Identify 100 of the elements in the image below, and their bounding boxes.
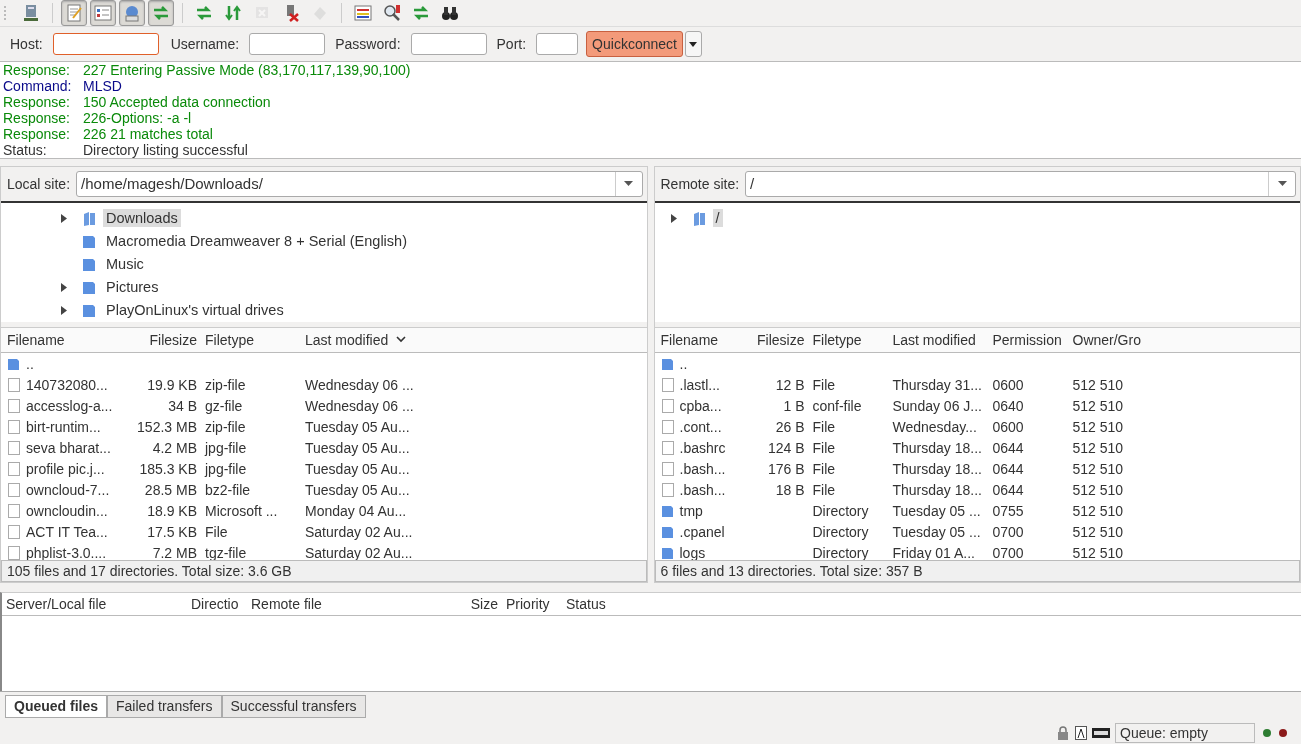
column-header[interactable]: Directio bbox=[187, 595, 247, 612]
log-label: Response: bbox=[3, 125, 71, 142]
host-field[interactable] bbox=[52, 33, 159, 56]
table-cell: 12 B bbox=[775, 377, 805, 394]
list-panel-icon bbox=[93, 3, 113, 24]
expand-icon[interactable] bbox=[61, 305, 67, 315]
column-header[interactable]: Filetype bbox=[808, 331, 889, 348]
table-cell: 140732080... bbox=[26, 377, 108, 394]
table-cell: File bbox=[812, 461, 836, 478]
quickconnect-button[interactable]: Quickconnect bbox=[586, 31, 683, 58]
tree-item[interactable]: PlayOnLinux's virtual drives bbox=[103, 301, 287, 320]
table-cell: 18.9 KB bbox=[147, 503, 197, 520]
column-header[interactable]: Filename bbox=[3, 331, 121, 348]
table-cell: Wednesday 06 ... bbox=[305, 398, 414, 415]
column-header[interactable]: Last modified bbox=[301, 331, 419, 348]
column-header[interactable]: Status bbox=[562, 595, 642, 612]
file-icon bbox=[7, 503, 21, 520]
folder-icon bbox=[660, 504, 675, 519]
table-cell: accesslog-a... bbox=[26, 398, 113, 415]
folder-icon bbox=[81, 256, 97, 273]
queue-tab[interactable]: Successful transfers bbox=[221, 694, 366, 718]
table-cell: 19.9 KB bbox=[147, 377, 197, 394]
table-cell: Directory bbox=[812, 503, 869, 520]
column-header[interactable]: Filesize bbox=[121, 331, 201, 348]
caret-icon bbox=[689, 41, 698, 47]
column-header[interactable]: Last modified bbox=[888, 331, 989, 348]
column-header[interactable]: Size bbox=[422, 595, 502, 612]
column-header[interactable]: Owner/Gro bbox=[1068, 331, 1149, 348]
expand-icon[interactable] bbox=[61, 213, 67, 223]
table-cell: 185.3 KB bbox=[139, 461, 197, 478]
column-header[interactable]: Server/Local file bbox=[2, 595, 187, 612]
port-label: Port: bbox=[496, 36, 527, 53]
tree-item[interactable]: Pictures bbox=[103, 278, 162, 297]
table-cell: .. bbox=[679, 356, 688, 373]
folder-icon bbox=[81, 279, 97, 296]
column-header[interactable]: Permission bbox=[988, 331, 1069, 348]
table-cell: seva bharat... bbox=[26, 440, 111, 457]
table-cell: .bash... bbox=[679, 461, 726, 478]
filter-list-icon bbox=[353, 3, 373, 24]
username-field[interactable] bbox=[249, 33, 326, 56]
column-header[interactable]: Priority bbox=[502, 595, 562, 612]
table-cell: Thursday 18... bbox=[892, 461, 982, 478]
file-icon bbox=[7, 419, 21, 436]
table-cell: .cont... bbox=[679, 419, 722, 436]
table-cell: Thursday 18... bbox=[892, 440, 982, 457]
site-path-combo[interactable]: /home/magesh/Downloads/ bbox=[76, 170, 643, 197]
table-cell: 512 510 bbox=[1072, 419, 1124, 436]
log-message: Directory listing successful bbox=[83, 141, 248, 158]
expand-icon[interactable] bbox=[61, 282, 67, 292]
table-cell: .. bbox=[26, 356, 34, 373]
table-cell: 512 510 bbox=[1072, 524, 1124, 541]
log-message: MLSD bbox=[83, 77, 122, 94]
open-folder-icon bbox=[81, 210, 97, 227]
table-cell: ACT IT Tea... bbox=[26, 524, 108, 541]
table-cell: owncloud-7... bbox=[26, 482, 110, 499]
expand-icon[interactable] bbox=[670, 213, 677, 223]
transfer-toolbar-button[interactable] bbox=[148, 0, 174, 27]
server-icon bbox=[21, 3, 41, 24]
queue-status: Queue: empty bbox=[1115, 723, 1255, 744]
log-label: Status: bbox=[3, 141, 47, 158]
table-cell: .bash... bbox=[679, 482, 726, 499]
table-cell: File bbox=[205, 524, 228, 541]
password-field[interactable] bbox=[410, 33, 487, 56]
queue-tab[interactable]: Failed transfers bbox=[107, 694, 222, 718]
port-field[interactable] bbox=[536, 33, 579, 56]
table-cell: cpba... bbox=[679, 398, 722, 415]
listing-status: 105 files and 17 directories. Total size: 3.6 GB bbox=[1, 559, 647, 582]
table-cell: Tuesday 05 Au... bbox=[305, 482, 410, 499]
tree-toolbar-button[interactable] bbox=[90, 0, 116, 27]
tree-item[interactable]: Macromedia Dreamweaver 8 + Serial (English) bbox=[103, 232, 410, 251]
site-path-combo[interactable]: / bbox=[745, 170, 1296, 197]
file-icon bbox=[7, 440, 21, 457]
column-header[interactable]: Remote file bbox=[247, 595, 422, 612]
queue-tab[interactable]: Queued files bbox=[5, 694, 108, 718]
column-header[interactable]: Filetype bbox=[201, 331, 301, 348]
log-message: 226-Options: -a -l bbox=[83, 109, 192, 126]
table-cell: zip-file bbox=[205, 377, 246, 394]
table-cell: 0700 bbox=[992, 524, 1024, 541]
tree-item[interactable]: Downloads bbox=[103, 209, 181, 228]
tree-item[interactable]: / bbox=[712, 209, 723, 228]
tree-item[interactable]: Music bbox=[103, 255, 147, 274]
table-cell: profile pic.j... bbox=[26, 461, 105, 478]
column-header[interactable]: Filename bbox=[656, 331, 737, 348]
file-icon bbox=[7, 482, 21, 499]
file-icon bbox=[660, 440, 675, 457]
column-header[interactable]: Filesize bbox=[736, 331, 809, 348]
table-cell: .cpanel bbox=[679, 524, 725, 541]
table-cell: 0600 bbox=[992, 419, 1024, 436]
globe-toolbar-button[interactable] bbox=[119, 0, 145, 27]
table-cell: 0644 bbox=[992, 440, 1024, 457]
quickconnect-dropdown[interactable] bbox=[684, 31, 702, 58]
file-icon bbox=[7, 524, 21, 541]
table-cell: 18 B bbox=[775, 482, 805, 499]
log-toolbar-button[interactable] bbox=[61, 0, 87, 27]
file-icon bbox=[7, 377, 21, 394]
table-cell: 176 B bbox=[767, 461, 805, 478]
folder-icon bbox=[660, 525, 675, 540]
binary-mode-icon bbox=[1092, 728, 1110, 739]
table-cell: Tuesday 05 ... bbox=[892, 503, 981, 520]
file-icon bbox=[660, 398, 675, 415]
